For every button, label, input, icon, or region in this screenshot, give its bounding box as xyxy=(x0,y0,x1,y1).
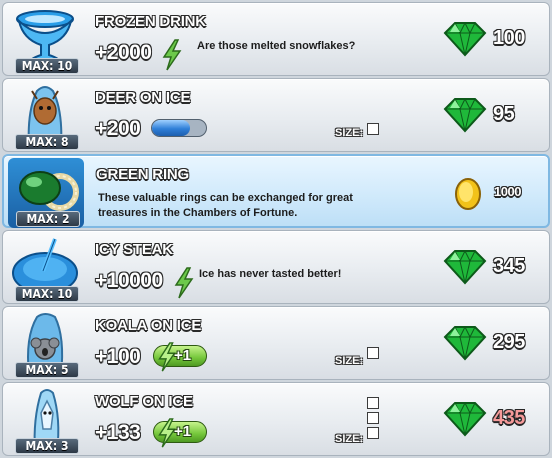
energy-bolt-icon xyxy=(174,267,194,299)
item-price: 100 xyxy=(493,27,525,49)
deer-on-ice-image: MAX: 8 xyxy=(7,81,83,151)
max-badge: MAX: 10 xyxy=(15,58,79,74)
item-price: 95 xyxy=(493,103,515,125)
energy-bonus: +133 xyxy=(95,421,141,444)
koala-on-ice-image: MAX: 5 xyxy=(7,309,83,379)
size-label: SIZE: xyxy=(335,355,364,367)
gem-icon xyxy=(443,97,487,133)
item-description: Ice has never tasted better! xyxy=(199,268,342,280)
item-title: WOLF ON ICE xyxy=(95,393,193,410)
energy-bar-fill xyxy=(152,120,190,136)
gold-coin-icon xyxy=(455,178,481,210)
item-price: 435 xyxy=(493,407,525,429)
energy-plus-pill: +1 xyxy=(153,342,207,372)
shop-item-koala-on-ice[interactable]: MAX: 5 KOALA ON ICE +100 +1 SIZE: 295 xyxy=(2,306,550,380)
size-label: SIZE: xyxy=(335,127,364,139)
max-badge: MAX: 3 xyxy=(15,438,79,454)
item-price: 295 xyxy=(493,331,525,353)
item-description-line2: treasures in the Chambers of Fortune. xyxy=(98,207,298,219)
shop-item-wolf-on-ice[interactable]: MAX: 3 WOLF ON ICE +133 +1 SIZE: 435 xyxy=(2,382,550,456)
size-cell xyxy=(367,397,379,409)
gem-icon xyxy=(443,325,487,361)
size-cell xyxy=(367,412,379,424)
shop-item-green-ring[interactable]: MAX: 2 GREEN RING These valuable rings c… xyxy=(2,154,550,228)
plus-one-label: +1 xyxy=(174,423,192,440)
item-title: GREEN RING xyxy=(96,166,190,183)
energy-bonus: +10000 xyxy=(95,269,163,292)
size-cell xyxy=(367,347,379,359)
energy-bonus: +2000 xyxy=(95,41,152,64)
wolf-on-ice-image: MAX: 3 xyxy=(7,385,83,455)
item-title: ICY STEAK xyxy=(95,241,173,258)
icy-steak-image: MAX: 10 xyxy=(7,233,83,303)
item-description: Are those melted snowflakes? xyxy=(197,40,356,52)
size-label: SIZE: xyxy=(335,433,364,445)
size-cell xyxy=(367,427,379,439)
shop-item-frozen-drink[interactable]: MAX: 10 FROZEN DRINK +2000 Are those mel… xyxy=(2,2,550,76)
max-badge: MAX: 5 xyxy=(15,362,79,378)
gem-icon xyxy=(443,249,487,285)
gem-icon xyxy=(443,21,487,57)
energy-bolt-icon xyxy=(162,39,182,71)
plus-one-label: +1 xyxy=(174,347,192,364)
max-badge: MAX: 10 xyxy=(15,286,79,302)
item-price: 345 xyxy=(493,255,525,277)
max-badge: MAX: 2 xyxy=(16,211,80,227)
energy-bonus: +200 xyxy=(95,117,141,140)
size-cell xyxy=(367,123,379,135)
item-title: FROZEN DRINK xyxy=(95,13,206,30)
frozen-drink-image: MAX: 10 xyxy=(7,5,83,75)
shop-list: MAX: 10 FROZEN DRINK +2000 Are those mel… xyxy=(0,0,552,458)
energy-bar xyxy=(151,119,207,137)
shop-item-deer-on-ice[interactable]: MAX: 8 DEER ON ICE +200 SIZE: 95 xyxy=(2,78,550,152)
item-description-line1: These valuable rings can be exchanged fo… xyxy=(98,192,353,204)
energy-plus-pill: +1 xyxy=(153,418,207,448)
shop-item-icy-steak[interactable]: MAX: 10 ICY STEAK +10000 Ice has never t… xyxy=(2,230,550,304)
item-title: KOALA ON ICE xyxy=(95,317,202,334)
energy-bonus: +100 xyxy=(95,345,141,368)
max-badge: MAX: 8 xyxy=(15,134,79,150)
item-title: DEER ON ICE xyxy=(95,89,191,106)
item-price: 1000 xyxy=(494,184,521,199)
green-ring-image: MAX: 2 xyxy=(8,158,84,228)
gem-icon xyxy=(443,401,487,437)
